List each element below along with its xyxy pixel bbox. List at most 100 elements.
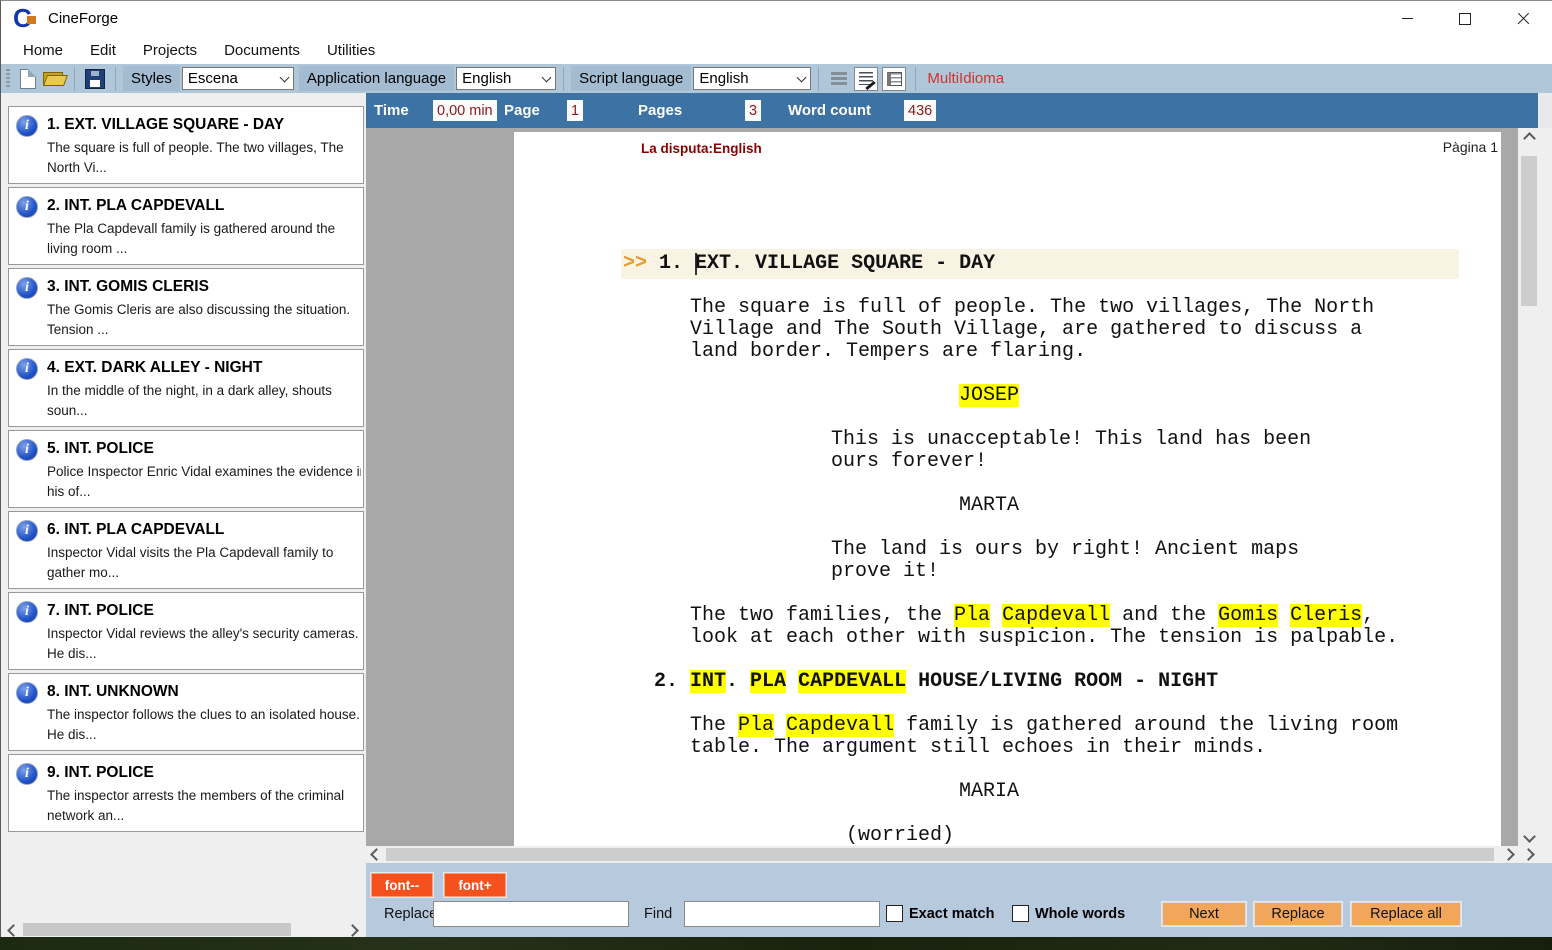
scrollbar-thumb[interactable] (1521, 156, 1537, 306)
character-name[interactable]: MARTA (959, 495, 1501, 517)
action-block[interactable]: The square is full of people. The two vi… (690, 297, 1501, 363)
scroll-left-icon[interactable] (7, 924, 20, 937)
character-name[interactable]: JOSEP (959, 385, 1501, 407)
close-button[interactable] (1494, 1, 1552, 36)
scene-card-title: 5. INT. POLICE (47, 440, 359, 458)
scene-card[interactable]: i6. INT. PLA CAPDEVALLInspector Vidal vi… (8, 511, 364, 589)
application-language-dropdown[interactable]: English (456, 67, 556, 90)
scroll-left-button[interactable] (366, 846, 386, 863)
scene-card-title: 6. INT. PLA CAPDEVALL (47, 521, 359, 539)
scrollbar-thumb[interactable] (386, 848, 1494, 861)
script-content: >> 1. EXT. VILLAGE SQUARE - DAYThe squar… (514, 253, 1501, 846)
info-icon: i (16, 763, 38, 785)
scene-card[interactable]: i2. INT. PLA CAPDEVALLThe Pla Capdevall … (8, 187, 364, 265)
editor-right-margin (1540, 128, 1552, 863)
editor-vertical-scrollbar[interactable] (1518, 128, 1540, 846)
character-name[interactable]: MARIA (959, 781, 1501, 803)
chevron-down-icon (1523, 830, 1536, 843)
maximize-button[interactable] (1436, 1, 1494, 36)
exact-match-checkbox[interactable] (886, 905, 903, 922)
scrollbar-thumb[interactable] (23, 923, 291, 936)
chevron-right-icon (1522, 848, 1535, 861)
parenthetical[interactable]: (worried) (846, 825, 1501, 846)
next-button[interactable]: Next (1162, 902, 1246, 926)
scene-card[interactable]: i1. EXT. VILLAGE SQUARE - DAYThe square … (8, 106, 364, 184)
paragraph-format-button[interactable] (826, 66, 852, 92)
info-icon: i (16, 439, 38, 461)
scrollbar-corner[interactable] (1518, 846, 1552, 863)
save-button[interactable] (82, 66, 108, 92)
font-decrease-button[interactable]: font-- (371, 873, 433, 897)
script-language-value: English (699, 70, 748, 87)
highlighted-term: INT (690, 670, 726, 693)
dialogue-block[interactable]: The land is ours by right! Ancient mapsp… (831, 539, 1501, 583)
replace-input[interactable] (433, 901, 629, 927)
scene-card-description: The Pla Capdevall family is gathered aro… (47, 219, 361, 259)
chevron-up-icon (1523, 132, 1536, 145)
app-logo-icon: C (13, 5, 41, 33)
application-window: C CineForge Home Edit Projects Documents Uti… (0, 0, 1552, 937)
info-icon: i (16, 682, 38, 704)
chevron-left-icon (370, 848, 383, 861)
dialogue-block[interactable]: This is unacceptable! This land has been… (831, 429, 1501, 473)
action-block[interactable]: The Pla Capdevall family is gathered aro… (690, 715, 1501, 759)
application-language-value: English (462, 70, 511, 87)
scroll-right-icon[interactable] (346, 924, 359, 937)
scene-heading[interactable]: >> 1. EXT. VILLAGE SQUARE - DAY (621, 249, 1459, 279)
scene-card[interactable]: i4. EXT. DARK ALLEY - NIGHTIn the middle… (8, 349, 364, 427)
scroll-right-button[interactable] (1498, 846, 1518, 863)
scene-card[interactable]: i7. INT. POLICEInspector Vidal reviews t… (8, 592, 364, 670)
script-edit-icon (859, 72, 873, 85)
replace-all-button[interactable]: Replace all (1351, 902, 1461, 926)
form-view-icon (887, 72, 902, 86)
scene-card[interactable]: i8. INT. UNKNOWNThe inspector follows th… (8, 673, 364, 751)
toolbar-separator (74, 67, 75, 91)
menu-item-home[interactable]: Home (23, 42, 63, 59)
menu-item-utilities[interactable]: Utilities (327, 42, 375, 59)
whole-words-label[interactable]: Whole words (1035, 906, 1125, 922)
menu-item-documents[interactable]: Documents (224, 42, 300, 59)
sidebar-horizontal-scrollbar[interactable] (1, 921, 366, 938)
info-icon: i (16, 358, 38, 380)
scroll-up-button[interactable] (1518, 128, 1540, 148)
editor-horizontal-scrollbar[interactable] (366, 846, 1518, 863)
open-file-button[interactable] (41, 66, 67, 92)
scene-card-description: The inspector follows the clues to an is… (47, 705, 361, 745)
desktop-strip (0, 937, 1552, 950)
exact-match-label[interactable]: Exact match (909, 906, 994, 922)
scene-card[interactable]: i3. INT. GOMIS CLERISThe Gomis Cleris ar… (8, 268, 364, 346)
paragraph-format-icon (831, 72, 847, 86)
styles-dropdown[interactable]: Escena (182, 67, 294, 90)
highlighted-term: Pla (738, 714, 774, 737)
scene-heading[interactable]: 2. INT. PLA CAPDEVALL HOUSE/LIVING ROOM … (654, 671, 1501, 693)
new-document-button[interactable] (15, 66, 41, 92)
maximize-icon (1459, 13, 1471, 25)
find-input[interactable] (684, 901, 880, 927)
action-block[interactable]: The two families, the Pla Capdevall and … (690, 605, 1501, 649)
scene-card[interactable]: i9. INT. POLICEThe inspector arrests the… (8, 754, 364, 832)
info-icon: i (16, 277, 38, 299)
font-increase-button[interactable]: font+ (444, 873, 506, 897)
whole-words-checkbox[interactable] (1012, 905, 1029, 922)
script-edit-button[interactable] (854, 67, 878, 91)
window-title: CineForge (48, 10, 118, 27)
toolbar-grip[interactable] (6, 69, 10, 89)
replace-button[interactable]: Replace (1254, 902, 1342, 926)
scroll-down-button[interactable] (1518, 826, 1540, 846)
scene-list: i1. EXT. VILLAGE SQUARE - DAYThe square … (1, 93, 366, 938)
title-bar: C CineForge (1, 1, 1552, 36)
open-file-icon (43, 70, 66, 87)
menu-item-projects[interactable]: Projects (143, 42, 197, 59)
scene-card-title: 9. INT. POLICE (47, 764, 359, 782)
script-page[interactable]: La disputa:English Pàgina 1 >> 1. EXT. V… (514, 132, 1501, 846)
scene-card-description: The Gomis Cleris are also discussing the… (47, 300, 361, 340)
minimize-button[interactable] (1378, 1, 1436, 36)
scene-card[interactable]: i5. INT. POLICEPolice Inspector Enric Vi… (8, 430, 364, 508)
script-language-dropdown[interactable]: English (693, 67, 811, 90)
editor-area: La disputa:English Pàgina 1 >> 1. EXT. V… (366, 128, 1518, 846)
replace-label: Replace (384, 906, 437, 922)
pages-label: Pages (638, 102, 682, 119)
multiidioma-label: MultiIdioma (927, 70, 1004, 87)
form-view-button[interactable] (882, 67, 906, 91)
menu-item-edit[interactable]: Edit (90, 42, 116, 59)
